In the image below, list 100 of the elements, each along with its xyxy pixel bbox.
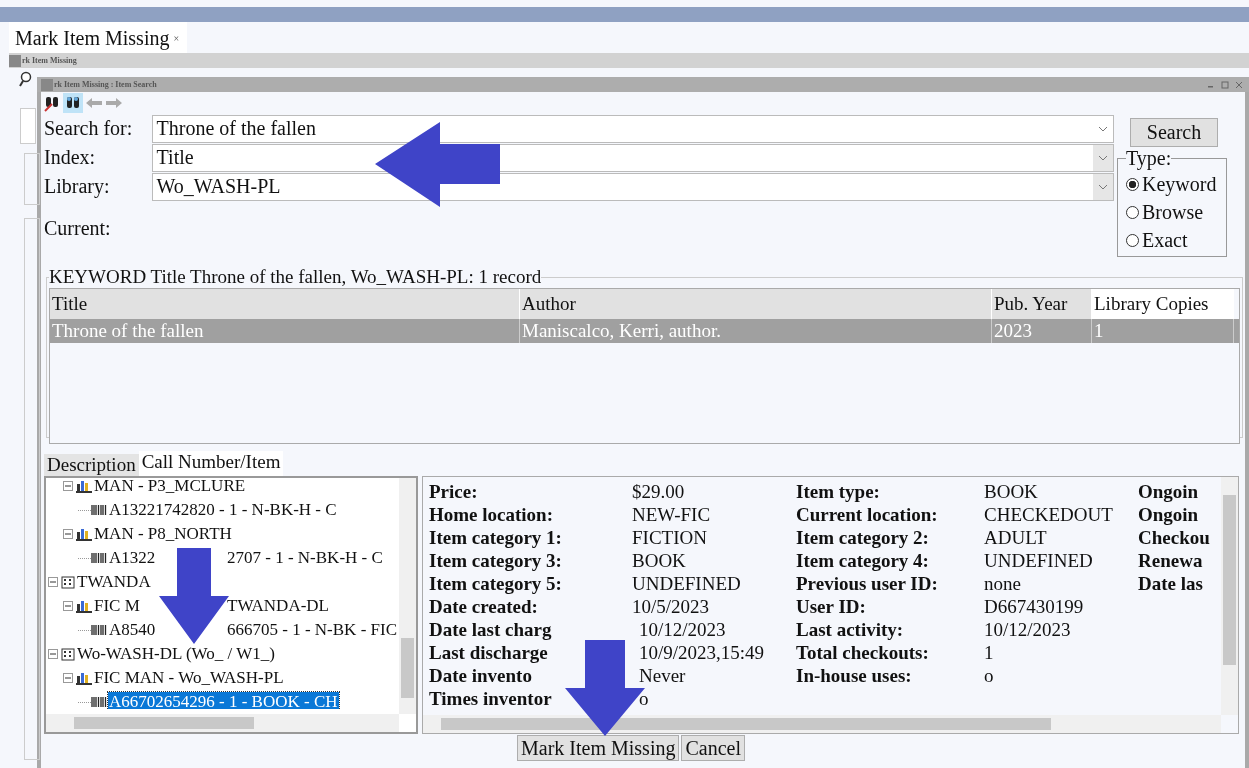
- detail-value: 10/12/2023: [984, 618, 1071, 641]
- detail-label: Renewa: [1138, 549, 1203, 572]
- table-cell: 1: [1092, 319, 1234, 343]
- building-icon: [61, 647, 75, 661]
- tree-item[interactable]: MAN - P3_MCLURE: [93, 478, 247, 496]
- detail-label: Date las: [1138, 572, 1203, 595]
- tree-item[interactable]: A1322: [108, 548, 157, 568]
- close-tab-button[interactable]: ×: [173, 32, 180, 44]
- document-tab[interactable]: Mark Item Missing ×: [9, 22, 188, 53]
- column-header[interactable]: Author: [520, 289, 992, 319]
- dialog-title: rk Item Missing : Item Search: [54, 80, 157, 89]
- books-icon: [76, 671, 92, 685]
- detail-value: BOOK: [984, 480, 1038, 503]
- binoculars-icon[interactable]: [63, 93, 83, 113]
- tree-item[interactable]: Wo-WASH-DL (Wo_ / W1_): [76, 644, 276, 664]
- window-icon: [9, 54, 21, 67]
- collapse-icon[interactable]: [63, 601, 73, 611]
- chevron-down-icon[interactable]: [1098, 183, 1108, 190]
- tree-item[interactable]: FIC M: [93, 596, 141, 616]
- detail-label: Date invento: [429, 664, 532, 687]
- detail-label: User ID:: [796, 595, 867, 618]
- tree-item[interactable]: A8540: [108, 620, 157, 640]
- tab[interactable]: Call Number/Item: [138, 451, 284, 476]
- radio-option[interactable]: Keyword: [1126, 170, 1220, 198]
- vertical-scrollbar[interactable]: [1221, 477, 1238, 715]
- detail-label: Previous user ID:: [796, 572, 939, 595]
- tab[interactable]: Description: [44, 454, 139, 476]
- tree-item[interactable]: 666705 - 1 - N-BK - FIC: [226, 620, 398, 640]
- detail-label: Item category 1:: [429, 526, 563, 549]
- detail-label: Item category 3:: [429, 549, 563, 572]
- detail-value: UNDEFINED: [632, 572, 741, 595]
- detail-label: Item category 4:: [796, 549, 930, 572]
- tree-item[interactable]: TWANDA: [76, 572, 152, 592]
- table-cell: Throne of the fallen: [50, 319, 520, 343]
- window-title: rk Item Missing: [22, 56, 77, 65]
- table-cell: 2023: [992, 319, 1092, 343]
- detail-value: o: [984, 664, 994, 687]
- detail-label: Item category 2:: [796, 526, 930, 549]
- collapse-icon[interactable]: [63, 481, 73, 491]
- detail-label: Last activity:: [796, 618, 905, 641]
- books-icon: [76, 527, 92, 541]
- detail-label: Ongoin: [1138, 480, 1199, 503]
- detail-value: NEW-FIC: [632, 503, 711, 526]
- collapse-icon[interactable]: [63, 673, 73, 683]
- radio-option[interactable]: Browse: [1126, 198, 1220, 226]
- search-button[interactable]: Search: [1130, 118, 1218, 147]
- building-icon: [61, 575, 75, 589]
- detail-label: Item category 5:: [429, 572, 563, 595]
- field-label: Index:: [44, 146, 97, 169]
- dropdown-field[interactable]: Wo_WASH-PL: [151, 172, 1114, 201]
- collapse-icon[interactable]: [48, 577, 58, 587]
- tree-item[interactable]: MAN - P8_NORTH: [93, 524, 233, 544]
- forward-arrow-icon[interactable]: [105, 96, 123, 110]
- field-label: Search for:: [44, 117, 134, 140]
- column-header[interactable]: Title: [50, 289, 520, 319]
- tree-item[interactable]: FIC MAN - Wo_WASH-PL: [93, 668, 285, 688]
- collapse-icon[interactable]: [48, 649, 58, 659]
- tree-item[interactable]: 2707 - 1 - N-BK-H - C: [226, 548, 384, 568]
- mark-missing-button[interactable]: Mark Item Missing: [517, 735, 680, 761]
- current-label: Current:: [44, 217, 112, 240]
- maximize-icon[interactable]: [1221, 80, 1229, 89]
- column-header[interactable]: Pub. Year: [992, 289, 1092, 319]
- detail-value: BOOK: [632, 549, 686, 572]
- horizontal-scrollbar[interactable]: [46, 714, 399, 732]
- detail-value: 10/5/2023: [632, 595, 710, 618]
- close-icon[interactable]: [1235, 80, 1243, 89]
- detail-value: Never: [639, 664, 686, 687]
- horizontal-scrollbar[interactable]: [423, 715, 1221, 733]
- collapse-icon[interactable]: [63, 529, 73, 539]
- detail-value: UNDEFINED: [984, 549, 1093, 572]
- detail-label: Total checkouts:: [796, 641, 930, 664]
- tree-item[interactable]: A13221742820 - 1 - N-BK-H - C: [108, 500, 338, 520]
- detail-label: Date created:: [429, 595, 539, 618]
- window-icon: [41, 78, 53, 91]
- detail-label: Checkou: [1138, 526, 1210, 549]
- group-legend: Type:: [1126, 147, 1172, 170]
- cancel-button[interactable]: Cancel: [681, 735, 745, 761]
- chevron-down-icon[interactable]: [1098, 125, 1108, 132]
- books-icon: [76, 479, 92, 493]
- chevron-down-icon[interactable]: [1098, 154, 1108, 161]
- detail-label: In-house uses:: [796, 664, 913, 687]
- detail-value: none: [984, 572, 1021, 595]
- detail-label: Last discharge: [429, 641, 548, 664]
- detail-value: 1: [984, 641, 994, 664]
- magnifier-icon[interactable]: [19, 71, 33, 87]
- dropdown-field[interactable]: Throne of the fallen: [151, 114, 1114, 143]
- table-cell: Maniscalco, Kerri, author.: [520, 319, 992, 343]
- books-icon: [76, 599, 92, 613]
- vertical-scrollbar[interactable]: [399, 478, 416, 714]
- column-header[interactable]: Library Copies: [1092, 289, 1234, 319]
- tree-item[interactable]: TWANDA-DL: [226, 596, 330, 616]
- detail-label: Item type:: [796, 480, 881, 503]
- detail-value: ADULT: [984, 526, 1047, 549]
- tree-item[interactable]: A66702654296 - 1 - BOOK - CH: [108, 692, 339, 709]
- barcode-icon: [91, 552, 107, 564]
- results-summary: KEYWORD Title Throne of the fallen, Wo_WASH-PL: 1 record: [49, 266, 542, 288]
- detail-label: Date last charg: [429, 618, 552, 641]
- binoculars-icon[interactable]: [43, 94, 61, 112]
- radio-option[interactable]: Exact: [1126, 226, 1220, 254]
- detail-label: Current location:: [796, 503, 939, 526]
